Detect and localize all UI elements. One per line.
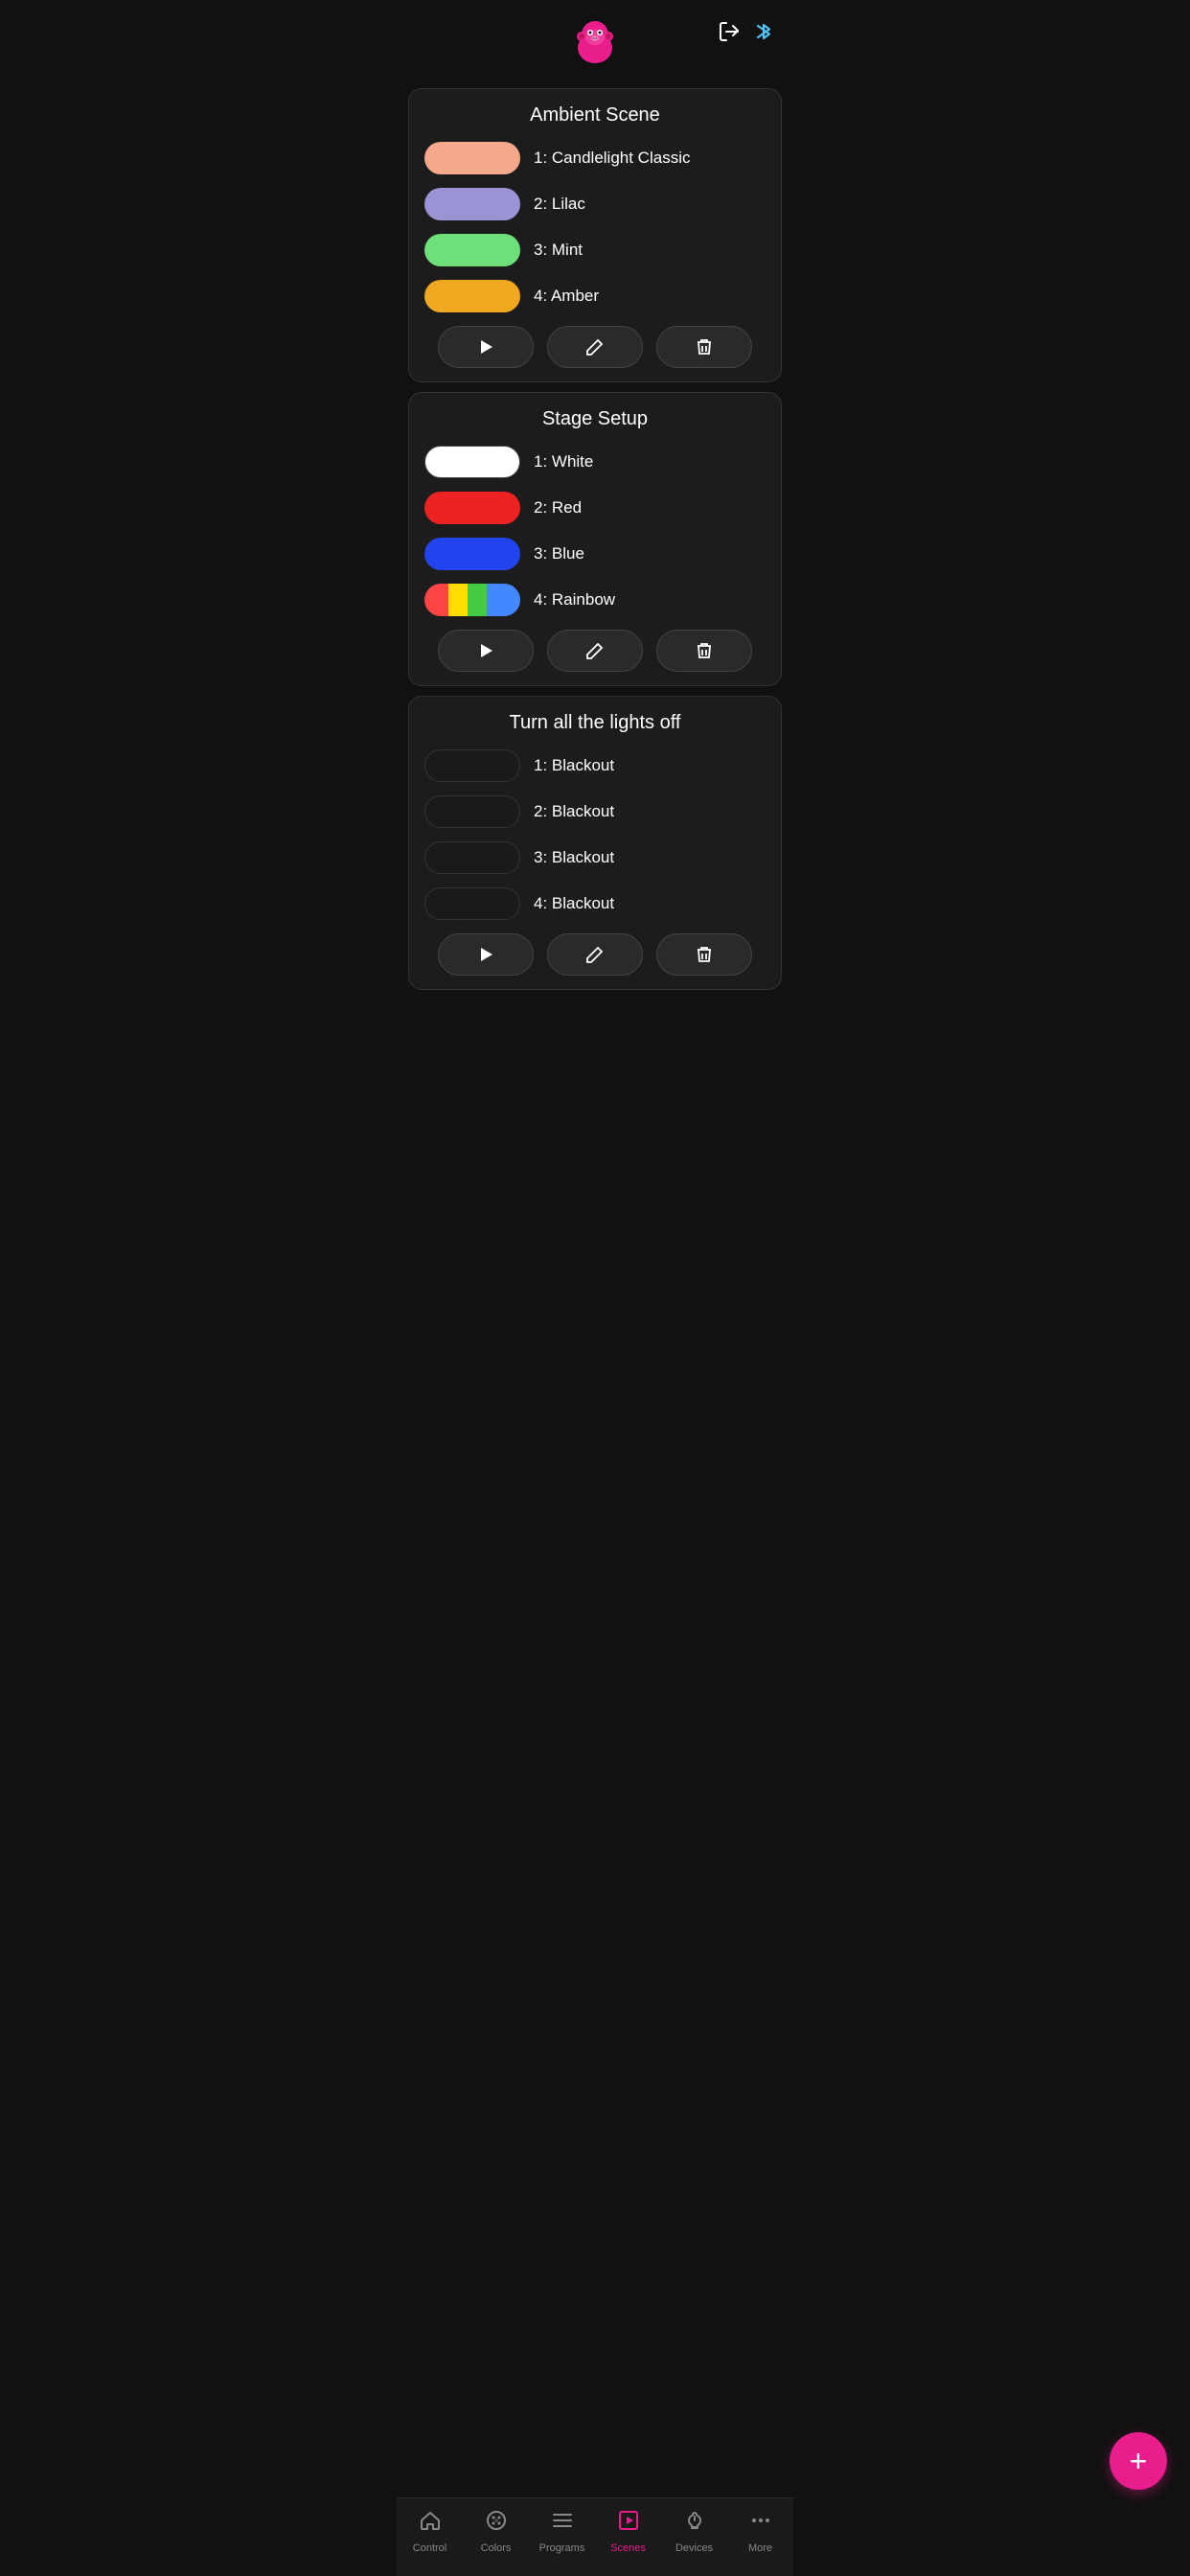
tab-more-label: More [748,2542,772,2554]
edit-button-blackout[interactable] [547,933,643,976]
color-swatch-2 [424,188,520,220]
bluetooth-icon[interactable] [753,19,774,51]
blackout-color-item-2: 2: Blackout [424,795,766,828]
tab-control-label: Control [413,2542,446,2554]
tab-more[interactable]: More [727,2509,793,2554]
tab-scenes[interactable]: Scenes [595,2509,661,2554]
color-label-4: 4: Amber [534,287,599,306]
more-icon [749,2509,772,2539]
add-icon: + [1130,2444,1148,2479]
blackout-color-item-4: 4: Blackout [424,887,766,920]
color-item-4: 4: Amber [424,280,766,312]
tab-colors[interactable]: Colors [463,2509,529,2554]
color-label-1: 1: Candlelight Classic [534,149,690,168]
scene-title-blackout: Turn all the lights off [424,712,766,734]
color-swatch-3 [424,234,520,266]
color-item-3: 3: Mint [424,234,766,266]
scene-card-blackout: Turn all the lights off 1: Blackout 2: B… [408,696,782,990]
edit-button-stage[interactable] [547,630,643,672]
stage-color-item-4: 4: Rainbow [424,584,766,616]
stage-color-item-3: 3: Blue [424,538,766,570]
color-label-3: 3: Mint [534,241,583,260]
palette-icon [485,2509,508,2539]
stage-label-3: 3: Blue [534,544,584,564]
play-button-stage[interactable] [438,630,534,672]
tab-programs[interactable]: Programs [529,2509,595,2554]
blackout-label-4: 4: Blackout [534,894,614,913]
tab-devices[interactable]: Devices [661,2509,727,2554]
tab-devices-label: Devices [675,2542,713,2554]
delete-button-stage[interactable] [656,630,752,672]
programs-icon [551,2509,574,2539]
scenes-icon [617,2509,640,2539]
color-swatch-4 [424,280,520,312]
scene-actions-blackout [424,933,766,976]
delete-button-blackout[interactable] [656,933,752,976]
color-item-2: 2: Lilac [424,188,766,220]
stage-swatch-2 [424,492,520,524]
tab-colors-label: Colors [481,2542,512,2554]
stage-swatch-1 [424,446,520,478]
stage-color-item-1: 1: White [424,446,766,478]
blackout-label-3: 3: Blackout [534,848,614,867]
stage-label-1: 1: White [534,452,593,472]
color-swatch-1 [424,142,520,174]
tab-bar: Control Colors Programs [397,2497,793,2576]
delete-button-ambient[interactable] [656,326,752,368]
stage-label-2: 2: Red [534,498,582,518]
scene-title-stage: Stage Setup [424,408,766,430]
devices-icon [683,2509,706,2539]
login-icon[interactable] [717,19,742,51]
blackout-swatch-3 [424,841,520,874]
blackout-swatch-1 [424,749,520,782]
add-scene-button[interactable]: + [1110,2432,1167,2490]
color-label-2: 2: Lilac [534,195,585,214]
blackout-swatch-4 [424,887,520,920]
tab-programs-label: Programs [539,2542,585,2554]
stage-label-4: 4: Rainbow [534,590,615,610]
color-item-1: 1: Candlelight Classic [424,142,766,174]
blackout-label-1: 1: Blackout [534,756,614,775]
tab-control[interactable]: Control [397,2509,463,2554]
blackout-label-2: 2: Blackout [534,802,614,821]
blackout-color-item-1: 1: Blackout [424,749,766,782]
scene-card-ambient: Ambient Scene 1: Candlelight Classic 2: … [408,88,782,382]
scene-actions-stage [424,630,766,672]
header [397,0,793,79]
scene-title-ambient: Ambient Scene [424,104,766,126]
monkey-logo-icon [568,15,622,69]
home-icon [419,2509,442,2539]
stage-swatch-4 [424,584,520,616]
scenes-list: Ambient Scene 1: Candlelight Classic 2: … [397,79,793,1086]
app-logo [568,15,622,69]
scene-actions-ambient [424,326,766,368]
tab-scenes-label: Scenes [610,2542,646,2554]
stage-color-item-2: 2: Red [424,492,766,524]
play-button-blackout[interactable] [438,933,534,976]
header-icons [717,19,774,51]
play-button-ambient[interactable] [438,326,534,368]
stage-swatch-3 [424,538,520,570]
blackout-swatch-2 [424,795,520,828]
scene-card-stage: Stage Setup 1: White 2: Red 3: Blue 4: R… [408,392,782,686]
blackout-color-item-3: 3: Blackout [424,841,766,874]
edit-button-ambient[interactable] [547,326,643,368]
